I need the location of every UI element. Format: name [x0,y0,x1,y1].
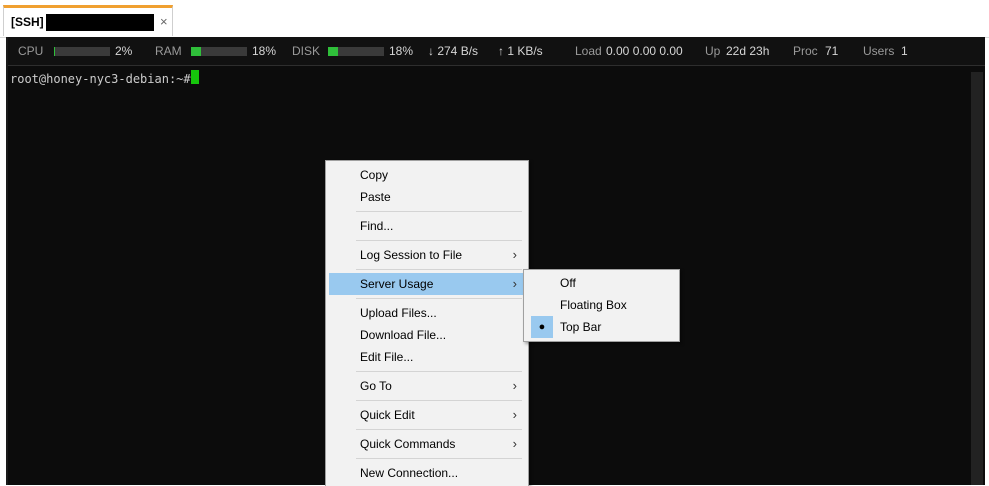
menu-separator [356,298,522,299]
menu-label-download: Download File... [360,328,447,342]
tab-title: [SSH] [11,15,44,29]
menu-label-find: Find... [360,219,394,233]
menu-item-log-session[interactable]: Log Session to File › [329,244,525,266]
cpu-meter-fill [54,47,56,56]
submenu-item-top-bar[interactable]: ● Top Bar [527,316,676,338]
terminal-scrollbar[interactable] [971,72,983,485]
load-value: 0.00 0.00 0.00 [606,44,683,58]
menu-label-copy: Copy [360,168,389,182]
uptime-value: 22d 23h [726,44,770,58]
menu-separator [356,371,522,372]
menu-label-paste: Paste [360,190,391,204]
menu-separator [356,400,522,401]
menu-item-quick-edit[interactable]: Quick Edit › [329,404,525,426]
close-tab-icon[interactable]: × [160,14,168,29]
menu-label-upload: Upload Files... [360,306,437,320]
menu-separator [356,458,522,459]
terminal-cursor [191,70,199,84]
menu-item-quick-commands[interactable]: Quick Commands › [329,433,525,455]
chevron-right-icon: › [512,247,517,262]
shell-prompt: root@honey-nyc3-debian:~# [10,72,191,86]
uptime-label: Up [705,44,721,58]
redacted-hostname [46,14,154,31]
chevron-right-icon: › [512,378,517,393]
cpu-meter [54,47,110,56]
menu-separator [356,269,522,270]
menu-label-go-to: Go To [360,379,392,393]
ram-label: RAM [155,44,182,58]
menu-item-paste[interactable]: Paste [329,186,525,208]
menu-label-log-session: Log Session to File [360,248,463,262]
menu-label-quick-edit: Quick Edit [360,408,415,422]
context-menu: Copy Paste Find... Log Session to File › … [325,160,529,486]
menu-item-copy[interactable]: Copy [329,164,525,186]
ram-meter-fill [191,47,202,56]
ram-value: 18% [252,44,277,58]
menu-item-new-connection[interactable]: New Connection... [329,462,525,484]
menu-label-quick-commands: Quick Commands [360,437,456,451]
users-value: 1 [901,44,908,58]
submenu-label-off: Off [560,276,576,290]
submenu-label-top-bar: Top Bar [560,320,602,334]
menu-item-find[interactable]: Find... [329,215,525,237]
selected-radio-icon: ● [531,316,553,338]
chevron-right-icon: › [512,407,517,422]
menu-separator [356,211,522,212]
menu-item-upload[interactable]: Upload Files... [329,302,525,324]
chevron-right-icon: › [512,276,517,291]
network-up: ↑ 1 KB/s [498,44,543,58]
chevron-right-icon: › [512,436,517,451]
menu-label-edit-file: Edit File... [360,350,414,364]
ram-meter [191,47,247,56]
cpu-label: CPU [18,44,44,58]
disk-meter-fill [328,47,339,56]
proc-value: 71 [825,44,839,58]
tab-bar: [SSH] × [0,0,989,38]
submenu-item-off[interactable]: Off [527,272,676,294]
menu-separator [356,240,522,241]
menu-separator [356,429,522,430]
network-down: ↓ 274 B/s [428,44,479,58]
menu-item-download[interactable]: Download File... [329,324,525,346]
load-label: Load [575,44,602,58]
server-usage-submenu: Off Floating Box ● Top Bar [523,269,680,342]
disk-label: DISK [292,44,321,58]
users-label: Users [863,44,895,58]
menu-label-new-connection: New Connection... [360,466,459,480]
submenu-item-floating-box[interactable]: Floating Box [527,294,676,316]
proc-label: Proc [793,44,818,58]
disk-meter [328,47,384,56]
cpu-value: 2% [115,44,133,58]
submenu-label-floating-box: Floating Box [560,298,627,312]
ssh-session-tab[interactable]: [SSH] × [3,5,173,36]
server-usage-top-bar: CPU 2% RAM 18% DISK 18% ↓ 274 B/s ↑ 1 KB… [8,37,985,66]
menu-item-server-usage[interactable]: Server Usage › [329,273,525,295]
disk-value: 18% [389,44,414,58]
menu-item-edit-file[interactable]: Edit File... [329,346,525,368]
menu-label-server-usage: Server Usage [360,277,434,291]
menu-item-go-to[interactable]: Go To › [329,375,525,397]
